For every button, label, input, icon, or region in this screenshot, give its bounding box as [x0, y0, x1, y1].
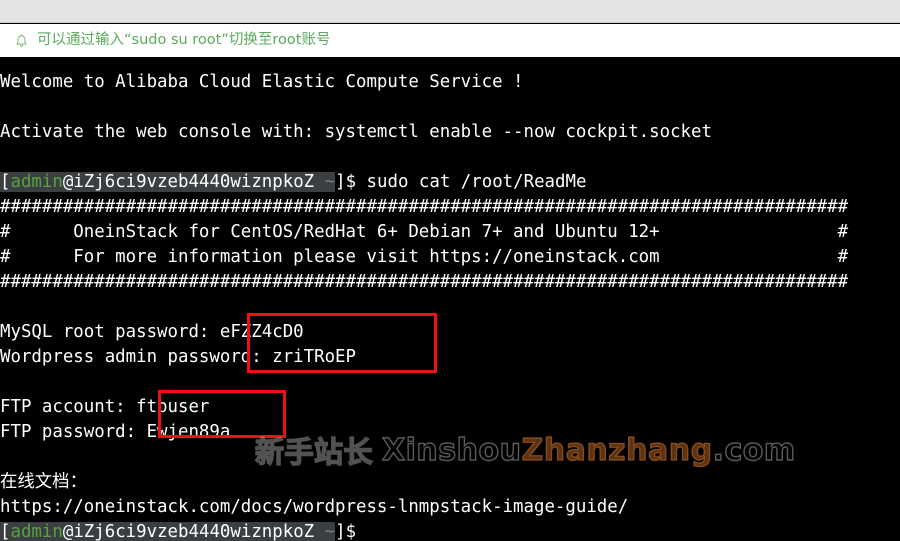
prompt-host: iZj6ci9vzeb4440wiznpkoZ	[73, 522, 315, 541]
terminal-banner-line-2: # For more information please visit http…	[0, 247, 849, 267]
prompt-cwd: ~	[324, 172, 336, 192]
prompt-sigil: $	[345, 172, 357, 192]
prompt-user: admin	[10, 172, 63, 192]
terminal-line-docs-label: 在线文档：	[0, 472, 87, 492]
prompt-bracket-close: ]	[335, 172, 346, 192]
prompt-sigil: $	[345, 522, 357, 541]
prompt-at: @	[62, 172, 74, 192]
prompt-user: admin	[10, 522, 63, 541]
prompt-highlight: [admin@iZj6ci9vzeb4440wiznpkoZ ~	[0, 172, 336, 192]
prompt-host: iZj6ci9vzeb4440wiznpkoZ	[73, 172, 315, 192]
terminal-line-docs-url: https://oneinstack.com/docs/wordpress-ln…	[0, 497, 629, 517]
notification-bar: 可以通过输入“sudo su root”切换至root账号	[0, 24, 900, 57]
terminal-prompt-line-2: [admin@iZj6ci9vzeb4440wiznpkoZ ~]$	[0, 520, 900, 541]
terminal-line-activate: Activate the web console with: systemctl…	[0, 122, 712, 142]
chrome-bar	[0, 0, 900, 23]
prompt-highlight: [admin@iZj6ci9vzeb4440wiznpkoZ ~	[0, 522, 336, 541]
terminal-prompt-line-1: [admin@iZj6ci9vzeb4440wiznpkoZ ~]$ sudo …	[0, 170, 900, 195]
notification-text: 可以通过输入“sudo su root”切换至root账号	[37, 32, 331, 49]
prompt-bracket-open: [	[0, 172, 11, 192]
screenshot-root: 可以通过输入“sudo su root”切换至root账号 Welcome to…	[0, 0, 900, 541]
terminal-output[interactable]: Welcome to Alibaba Cloud Elastic Compute…	[0, 57, 900, 541]
terminal-line-ftp-password: FTP password: Ewjen89a	[0, 422, 231, 442]
terminal-banner-rule-top: ########################################…	[0, 197, 849, 217]
prompt-bracket-close: ]	[335, 522, 346, 541]
prompt-bracket-open: [	[0, 522, 11, 541]
terminal-line-wordpress-password: Wordpress admin password: zriTRoEP	[0, 347, 356, 367]
terminal-line-welcome: Welcome to Alibaba Cloud Elastic Compute…	[0, 72, 524, 92]
terminal-line-mysql-password: MySQL root password: eFZZ4cD0	[0, 322, 304, 342]
terminal-banner-line-1: # OneinStack for CentOS/RedHat 6+ Debian…	[0, 222, 849, 242]
prompt-cwd: ~	[324, 522, 336, 541]
bell-icon	[16, 33, 27, 47]
terminal-banner-rule-bottom: ########################################…	[0, 272, 849, 292]
prompt-command-1: sudo cat /root/ReadMe	[356, 172, 587, 192]
terminal-line-ftp-account: FTP account: ftpuser	[0, 397, 210, 417]
prompt-at: @	[62, 522, 74, 541]
